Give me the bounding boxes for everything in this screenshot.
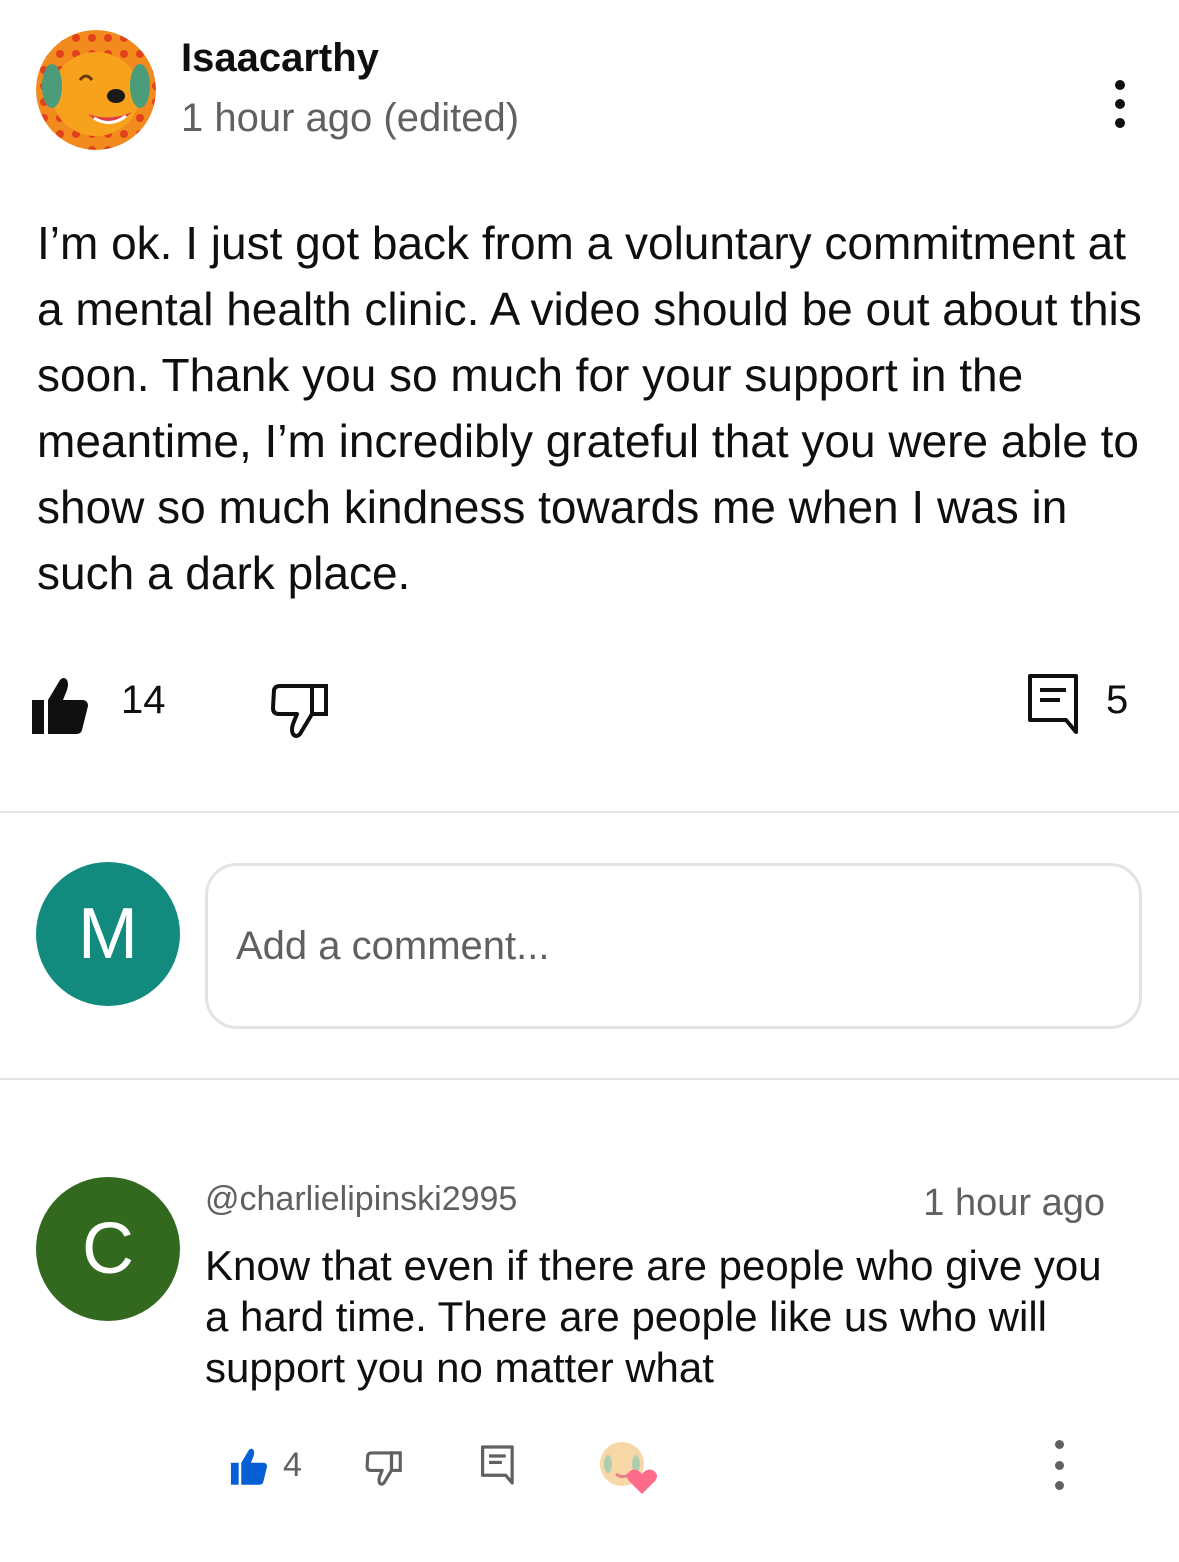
kebab-dot-icon	[1115, 80, 1125, 90]
creator-heart-icon	[600, 1442, 657, 1494]
thumbs-down-icon	[271, 684, 328, 738]
more-options-button[interactable]	[1100, 76, 1140, 132]
current-user-avatar[interactable]: M	[36, 862, 180, 1006]
reply-more-options-button[interactable]	[1050, 1440, 1068, 1490]
reply-text: Know that even if there are people who g…	[205, 1242, 1102, 1391]
reply-like-count: 4	[283, 1446, 302, 1484]
comment-timestamp: 1 hour ago (edited)	[181, 96, 520, 140]
reply-like-button[interactable]	[229, 1446, 269, 1486]
reply-author-avatar[interactable]: C	[36, 1177, 180, 1321]
replies-button[interactable]	[1026, 672, 1082, 736]
creator-heart-badge	[598, 1440, 662, 1496]
author-avatar[interactable]	[36, 30, 156, 150]
comment-actions: 14 5	[0, 670, 1179, 740]
add-comment-input[interactable]	[236, 923, 1139, 969]
kebab-dot-icon	[1054, 1440, 1064, 1449]
reply-author-handle[interactable]: @charlielipinski2995	[205, 1180, 517, 1219]
kebab-dot-icon	[1054, 1460, 1064, 1470]
reply-actions: 4	[0, 1440, 1179, 1500]
reply-reply-button[interactable]	[480, 1444, 516, 1486]
add-comment-box[interactable]	[205, 863, 1142, 1029]
reply-timestamp: 1 hour ago	[923, 1182, 1105, 1224]
thumbs-down-icon	[365, 1451, 402, 1486]
thumbs-up-filled-icon	[32, 678, 88, 734]
like-count: 14	[121, 678, 166, 722]
dog-avatar-icon	[36, 30, 156, 150]
kebab-dot-icon	[1115, 118, 1125, 128]
divider	[0, 1078, 1179, 1080]
comment-icon	[1028, 674, 1078, 734]
comment-text: I’m ok. I just got back from a voluntary…	[37, 217, 1142, 599]
kebab-dot-icon	[1054, 1481, 1064, 1490]
divider	[0, 811, 1179, 813]
dislike-button[interactable]	[268, 676, 332, 738]
like-button[interactable]	[30, 674, 90, 736]
author-name[interactable]: Isaacarthy	[181, 36, 379, 81]
kebab-dot-icon	[1115, 99, 1125, 109]
reply-count: 5	[1106, 678, 1129, 722]
comment-icon	[480, 1445, 514, 1485]
reply-dislike-button[interactable]	[364, 1446, 404, 1486]
thumbs-up-filled-icon	[230, 1448, 268, 1485]
